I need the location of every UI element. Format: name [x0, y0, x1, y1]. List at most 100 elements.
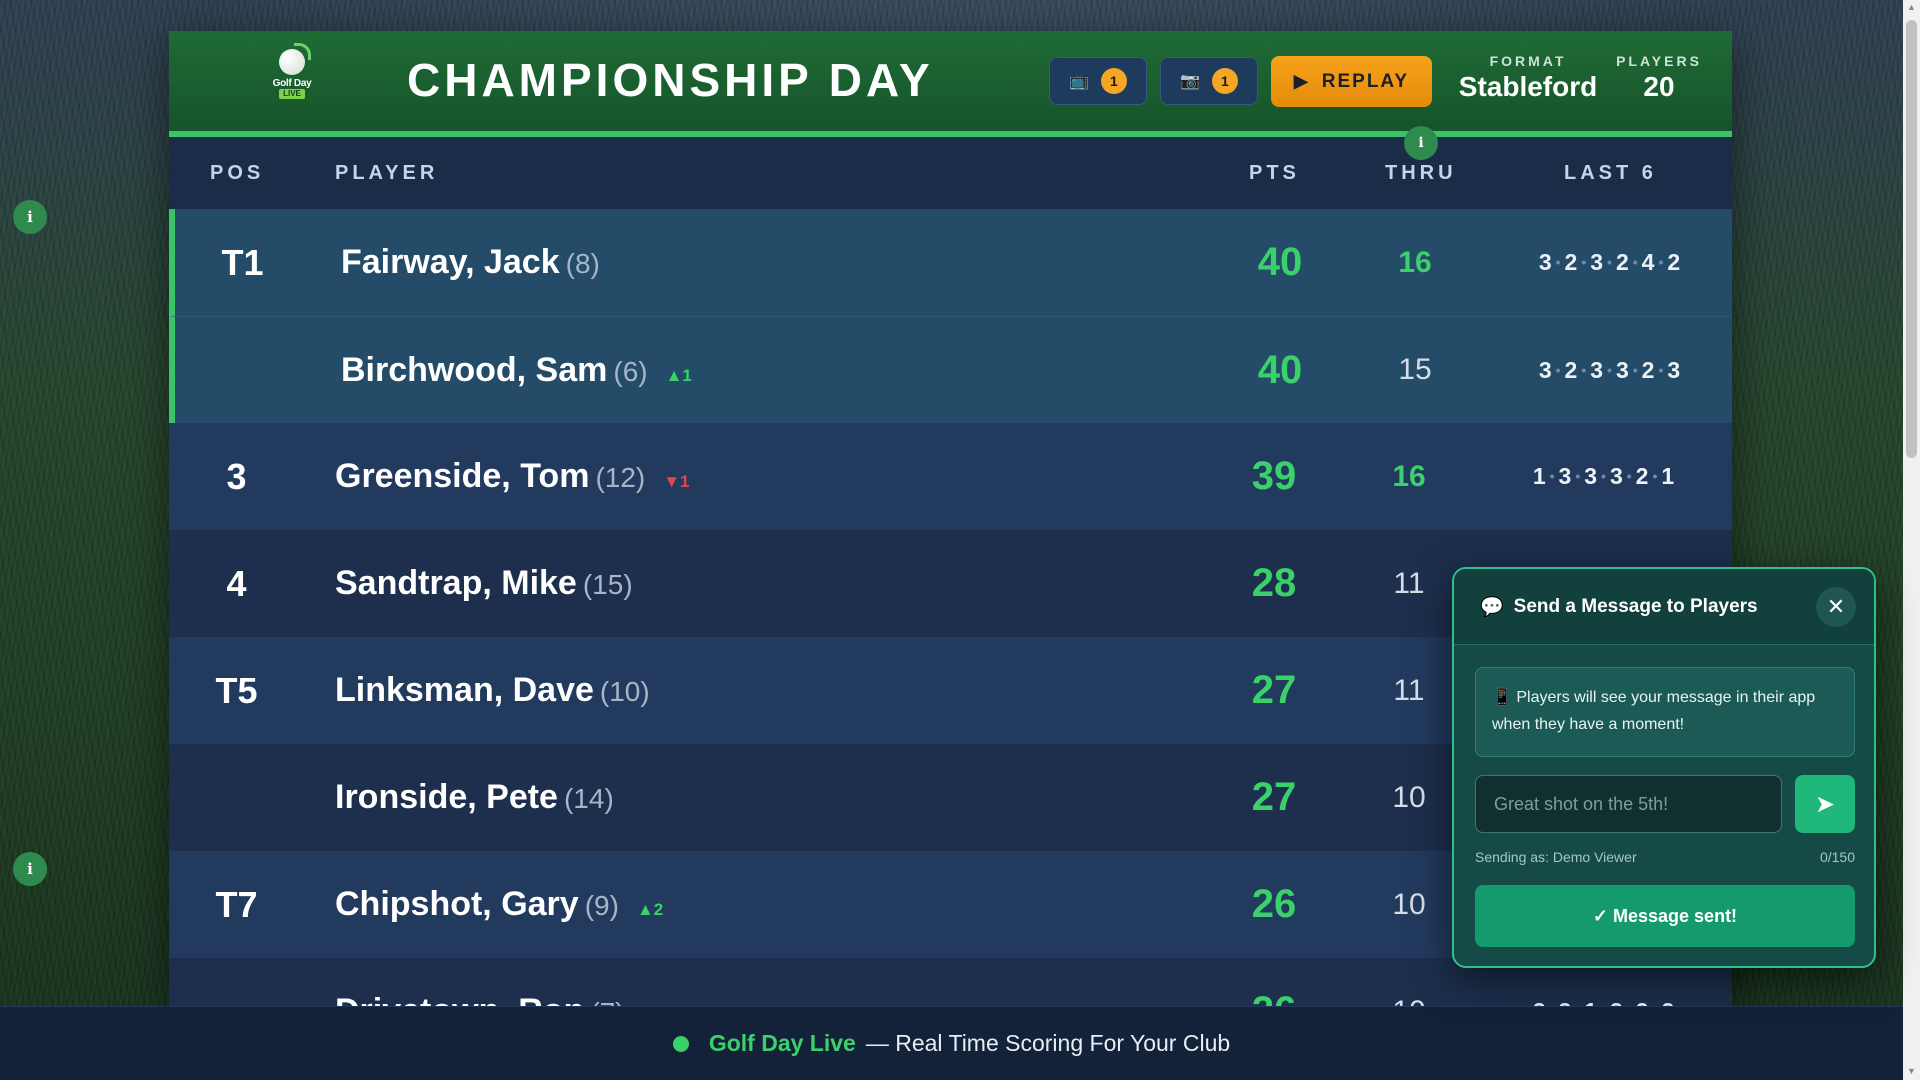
player-handicap: (6): [613, 355, 648, 387]
camera-icon: 📷: [1180, 73, 1200, 90]
player-cell[interactable]: Ironside, Pete (14): [335, 778, 614, 817]
player-handicap: (14): [563, 783, 614, 814]
column-pos[interactable]: POS: [210, 162, 264, 185]
player-handicap: (8): [565, 248, 600, 279]
separator-dot: •: [1575, 468, 1582, 484]
hole-score: 3: [1558, 463, 1573, 489]
tv-button[interactable]: 📺 1: [1049, 57, 1147, 105]
close-icon: ✕: [1826, 594, 1846, 619]
position-change-badge: ▲1: [665, 365, 692, 385]
separator-dot: •: [1607, 361, 1613, 378]
hole-score: 2: [1667, 249, 1682, 275]
message-input[interactable]: [1475, 775, 1782, 833]
position-cell: 3: [226, 455, 247, 497]
last6-cell: 1 • 3 • 3 • 3 • 2 • 1: [1509, 463, 1699, 490]
hole-score: 3: [1590, 249, 1605, 275]
send-icon: ➤: [1814, 790, 1836, 818]
play-icon: ▶: [1293, 71, 1310, 91]
player-handicap: (10): [599, 676, 650, 707]
message-panel-title: Send a Message to Players: [1513, 595, 1758, 617]
points-cell: 28: [1251, 561, 1297, 605]
player-name: Ironside, Pete: [335, 778, 558, 816]
send-button[interactable]: ➤: [1795, 775, 1855, 833]
message-sent-button[interactable]: ✓ Message sent!: [1475, 885, 1855, 947]
footer-tagline: — Real Time Scoring For Your Club: [865, 1030, 1231, 1056]
scrollbar[interactable]: ▲ ▼: [1903, 0, 1920, 1080]
last6-cell: 3 • 2 • 3 • 2 • 4 • 2: [1515, 249, 1705, 276]
info-icon[interactable]: i: [13, 852, 47, 886]
info-icon[interactable]: i: [13, 200, 47, 234]
logo-text: Golf Day: [272, 78, 312, 89]
message-panel-header: 💬 Send a Message to Players: [1454, 569, 1874, 645]
scrollbar-thumb[interactable]: [1906, 20, 1917, 458]
player-cell[interactable]: Birchwood, Sam (6) ▲1: [341, 351, 692, 390]
message-info-text: Players will see your message in their a…: [1492, 689, 1816, 733]
player-name: Fairway, Jack: [341, 243, 560, 281]
phone-icon: 📱: [1492, 689, 1512, 706]
logo: Golf Day LIVE: [269, 43, 315, 105]
column-player[interactable]: PLAYER: [335, 162, 438, 185]
position-cell: T7: [215, 883, 258, 925]
sending-as-label: Sending as: Demo Viewer: [1475, 849, 1637, 865]
hole-score: 2: [1641, 356, 1656, 383]
message-panel: 💬 Send a Message to Players ✕ 📱 Players …: [1452, 567, 1876, 968]
table-row[interactable]: Birchwood, Sam (6) ▲1 40 15 3 • 2 • 3 • 3 • 2 • 3: [169, 316, 1732, 423]
hole-score: 3: [1538, 249, 1553, 275]
thru-cell: 10: [1392, 780, 1426, 814]
hole-score: 2: [1615, 249, 1630, 275]
hole-score: 3: [1609, 463, 1624, 489]
column-thru[interactable]: THRU: [1385, 162, 1457, 185]
table-row[interactable]: T1 Fairway, Jack (8) 40 16 3 • 2 • 3 • 2 • 4 • 2: [169, 209, 1732, 316]
column-last6[interactable]: LAST 6: [1564, 162, 1657, 185]
info-icon[interactable]: i: [1404, 126, 1438, 160]
hole-score: 3: [1538, 356, 1553, 383]
player-handicap: (9): [584, 890, 619, 921]
player-cell[interactable]: Fairway, Jack (8): [341, 243, 600, 282]
thru-cell: 11: [1393, 566, 1425, 600]
footer-brand[interactable]: Golf Day Live: [709, 1030, 856, 1057]
separator-dot: •: [1549, 468, 1556, 484]
separator-dot: •: [1607, 254, 1613, 270]
camera-button[interactable]: 📷 1: [1160, 57, 1258, 105]
thru-cell: 15: [1398, 353, 1432, 386]
scroll-down-icon[interactable]: ▼: [1907, 1066, 1916, 1076]
hole-score: 2: [1635, 463, 1650, 489]
live-indicator-icon: [672, 1035, 689, 1052]
camera-count-badge: 1: [1211, 68, 1238, 94]
hole-score: 3: [1590, 356, 1605, 383]
player-handicap: (15): [582, 569, 633, 600]
separator-dot: •: [1632, 254, 1639, 270]
scroll-up-icon[interactable]: ▲: [1907, 2, 1916, 12]
separator-dot: •: [1581, 361, 1588, 378]
close-button[interactable]: ✕: [1816, 587, 1856, 627]
column-header-row: POS PLAYER PTS THRU LAST 6: [169, 137, 1732, 209]
tv-icon: 📺: [1069, 73, 1089, 90]
player-cell[interactable]: Greenside, Tom (12) ▼1: [335, 457, 690, 496]
separator-dot: •: [1632, 361, 1639, 378]
separator-dot: •: [1652, 468, 1659, 484]
page-title: CHAMPIONSHIP DAY: [407, 54, 934, 106]
golf-ball-icon: [279, 43, 311, 75]
points-cell: 39: [1251, 454, 1297, 498]
points-cell: 26: [1251, 882, 1297, 926]
table-row[interactable]: 3 Greenside, Tom (12) ▼1 39 16 1 • 3 • 3 • 3 • 2 • 1: [169, 423, 1732, 530]
player-cell[interactable]: Linksman, Dave (10): [335, 671, 650, 710]
player-cell[interactable]: Chipshot, Gary (9) ▲2: [335, 885, 663, 924]
hole-score: 1: [1661, 463, 1676, 489]
message-info-note: 📱 Players will see your message in their…: [1475, 667, 1855, 757]
player-name: Sandtrap, Mike: [335, 564, 577, 602]
column-pts[interactable]: PTS: [1249, 162, 1300, 185]
position-cell: T5: [215, 669, 258, 711]
thru-cell: 16: [1392, 459, 1426, 493]
hole-score: 2: [1564, 249, 1579, 275]
players-value: 20: [1643, 71, 1675, 102]
replay-button[interactable]: ▶ REPLAY: [1271, 56, 1432, 107]
player-name: Birchwood, Sam: [341, 350, 608, 389]
player-name: Linksman, Dave: [335, 671, 594, 709]
speech-bubble-icon: 💬: [1480, 596, 1504, 618]
hole-score: 4: [1641, 249, 1656, 275]
player-cell[interactable]: Sandtrap, Mike (15): [335, 564, 633, 603]
separator-dot: •: [1555, 361, 1562, 378]
hole-score: 3: [1667, 356, 1682, 383]
separator-dot: •: [1658, 361, 1665, 378]
